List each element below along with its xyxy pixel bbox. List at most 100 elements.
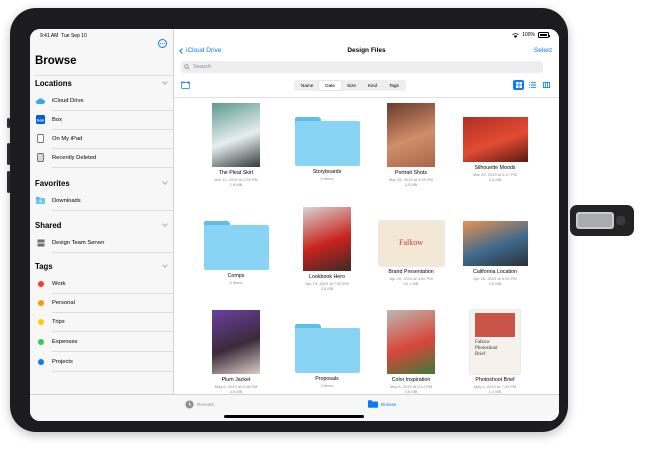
file-browser: iCloud Drive Design Files Select Search … bbox=[174, 29, 559, 421]
sort-tags[interactable]: Tags bbox=[383, 81, 405, 90]
select-button[interactable]: Select bbox=[534, 47, 552, 54]
tag-red-icon bbox=[37, 280, 44, 287]
file-item[interactable]: The Pleat Skirt Mar 11, 2019 at 2:28 PM 2.… bbox=[194, 103, 278, 187]
file-item[interactable]: California Location Apr 26, 2019 at 5:32 … bbox=[453, 207, 537, 286]
downloads-folder-icon bbox=[36, 196, 45, 205]
file-item[interactable]: Proposals 3 items bbox=[285, 310, 369, 388]
file-name: Portrait Shots bbox=[394, 170, 428, 176]
file-item[interactable]: Falkow Photoshoot Brief Photoshoot Brief May… bbox=[453, 310, 537, 394]
folder-icon bbox=[294, 117, 360, 166]
tab-browse[interactable]: Browse bbox=[368, 400, 396, 408]
sort-kind[interactable]: Kind bbox=[362, 81, 383, 90]
file-name: Plum Jacket bbox=[221, 377, 251, 383]
document-text: Falkow bbox=[399, 238, 423, 247]
sidebar-item-tag-work[interactable]: Work bbox=[30, 274, 174, 293]
sidebar-item-tag-expenses[interactable]: Expenses bbox=[30, 332, 174, 351]
svg-text:box: box bbox=[37, 118, 44, 122]
file-item[interactable]: Falkow Brand Presentation Apr 20, 2019 at … bbox=[369, 207, 453, 286]
trash-icon bbox=[36, 153, 45, 162]
new-folder-icon[interactable] bbox=[181, 81, 191, 89]
folder-icon bbox=[203, 221, 269, 270]
screen: 9:41 AM Tue Sep 10 100% Browse Locations… bbox=[30, 29, 559, 421]
photo-thumbnail bbox=[212, 103, 260, 167]
file-name: The Pleat Skirt bbox=[218, 170, 254, 176]
chevron-down-icon[interactable] bbox=[162, 262, 168, 268]
photo-thumbnail bbox=[387, 103, 435, 167]
status-time: 9:41 AM Tue Sep 10 bbox=[40, 33, 87, 39]
file-name: Photoshoot Brief bbox=[475, 377, 515, 383]
file-item[interactable]: Comps 4 items bbox=[194, 207, 278, 285]
section-locations[interactable]: Locations bbox=[35, 79, 72, 88]
sidebar-item-box[interactable]: box Box bbox=[30, 110, 174, 129]
chevron-down-icon[interactable] bbox=[162, 221, 168, 227]
sidebar-item-design-team-server[interactable]: Design Team Server bbox=[30, 233, 174, 252]
column-view-icon[interactable] bbox=[541, 80, 552, 90]
sidebar-item-tag-projects[interactable]: Projects bbox=[30, 352, 174, 371]
document-thumbnail: Falkow Photoshoot Brief bbox=[470, 310, 520, 374]
list-view-icon[interactable] bbox=[527, 80, 538, 90]
server-icon bbox=[36, 238, 45, 247]
file-name: Comps bbox=[227, 273, 245, 279]
file-name: Storyboards bbox=[312, 169, 342, 175]
sidebar-item-downloads[interactable]: Downloads bbox=[30, 191, 174, 210]
file-item[interactable]: Lookbook Hero Apr 19, 2019 at 7:50 PM 3.6 … bbox=[285, 207, 369, 291]
file-size: 3.6 MB bbox=[320, 286, 334, 291]
toolbar: Name Date Size Kind Tags bbox=[174, 79, 559, 93]
photo-thumbnail bbox=[462, 221, 528, 266]
sort-segmented-control: Name Date Size Kind Tags bbox=[294, 80, 406, 91]
photo-thumbnail bbox=[303, 207, 351, 271]
chevron-down-icon[interactable] bbox=[162, 179, 168, 185]
document-text: Falkow Photoshoot Brief bbox=[475, 340, 498, 357]
photo-thumbnail bbox=[387, 310, 435, 374]
file-name: Color Inspiration bbox=[391, 377, 431, 383]
sort-date[interactable]: Date bbox=[319, 81, 341, 90]
ipad-device: 9:41 AM Tue Sep 10 100% Browse Locations… bbox=[7, 8, 568, 432]
file-item[interactable]: Storyboards 6 items bbox=[285, 103, 369, 181]
file-size: 54.1 MB bbox=[403, 281, 419, 286]
tag-orange-icon bbox=[37, 299, 44, 306]
grid-view-icon[interactable] bbox=[513, 80, 524, 90]
photo-thumbnail bbox=[212, 310, 260, 374]
section-tags[interactable]: Tags bbox=[35, 262, 53, 271]
file-item[interactable]: Silhouette Moods Mar 29, 2019 at 5:17 PM 3… bbox=[453, 103, 537, 182]
sort-size[interactable]: Size bbox=[341, 81, 362, 90]
battery-icon bbox=[538, 32, 550, 38]
folder-icon bbox=[294, 324, 360, 373]
wifi-icon bbox=[512, 32, 519, 38]
file-size: 2.8 MB bbox=[229, 182, 243, 187]
icloud-icon bbox=[36, 96, 45, 105]
search-icon bbox=[184, 64, 190, 70]
chevron-down-icon[interactable] bbox=[162, 79, 168, 85]
sidebar-item-tag-personal[interactable]: Personal bbox=[30, 293, 174, 312]
section-shared[interactable]: Shared bbox=[35, 221, 61, 230]
file-item[interactable]: Plum Jacket May 6, 2019 at 8:28 PM 3.6 MB bbox=[194, 310, 278, 394]
file-size: 3.5 MB bbox=[488, 281, 502, 286]
search-input[interactable]: Search bbox=[181, 61, 543, 73]
file-name: California Location bbox=[473, 269, 517, 275]
photo-thumbnail bbox=[462, 117, 528, 162]
sidebar-item-icloud-drive[interactable]: iCloud Drive bbox=[30, 91, 174, 110]
tag-green-icon bbox=[37, 338, 44, 345]
sidebar-item-tag-trips[interactable]: Trips bbox=[30, 312, 174, 331]
clock-icon bbox=[185, 400, 194, 409]
view-switcher bbox=[513, 80, 552, 90]
file-name: Lookbook Hero bbox=[309, 274, 345, 280]
file-item[interactable]: Portrait Shots Mar 28, 2019 at 5:29 PM 3.5… bbox=[369, 103, 453, 187]
file-size: 3.5 MB bbox=[404, 182, 418, 187]
search-placeholder: Search bbox=[193, 64, 212, 70]
tag-yellow-icon bbox=[37, 318, 44, 325]
sidebar-title: Browse bbox=[35, 55, 77, 67]
sidebar: Browse Locations iCloud Drive box Box On… bbox=[30, 29, 174, 421]
sidebar-item-on-my-ipad[interactable]: On My iPad bbox=[30, 129, 174, 148]
ipad-icon bbox=[36, 134, 45, 143]
section-favorites[interactable]: Favorites bbox=[35, 179, 70, 188]
file-size: 3 items bbox=[320, 383, 334, 388]
file-item[interactable]: Color Inspiration May 8, 2019 at 5:14 PM 3… bbox=[369, 310, 453, 394]
file-size: 3.4 MB bbox=[488, 177, 502, 182]
sidebar-item-recently-deleted[interactable]: Recently Deleted bbox=[30, 148, 174, 167]
folder-icon bbox=[368, 400, 378, 408]
sort-name[interactable]: Name bbox=[295, 81, 319, 90]
usb-c-drive bbox=[570, 205, 634, 236]
page-title: Design Files bbox=[347, 47, 386, 54]
tab-recents[interactable]: Recents bbox=[185, 400, 214, 409]
